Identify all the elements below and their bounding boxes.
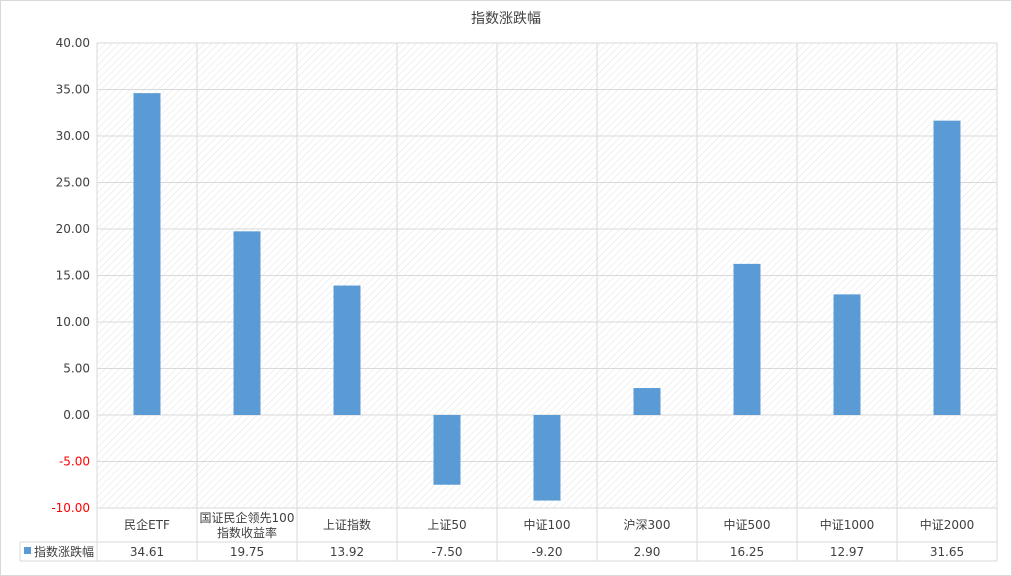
- y-tick-label: 10.00: [56, 315, 90, 329]
- y-tick-label: -5.00: [59, 455, 90, 469]
- legend-swatch: [24, 547, 31, 554]
- data-table: 民企ETF 34.61 国证民企领先100指数收益率 19.75 上证指数 13.92 上证…: [24, 510, 974, 559]
- bar: [333, 285, 361, 415]
- data-table-value: 2.90: [634, 545, 661, 559]
- data-table-value: 19.75: [230, 545, 264, 559]
- x-category-label: 中证100: [524, 517, 571, 532]
- bar: [233, 231, 261, 415]
- x-category-label: 中证2000: [920, 517, 975, 532]
- x-category-label: 沪深300: [624, 518, 671, 532]
- y-tick-label: -10.00: [51, 501, 90, 515]
- bar: [533, 415, 561, 501]
- x-category-label: 上证50: [427, 518, 466, 532]
- x-category-label: 上证指数: [323, 517, 371, 532]
- data-table-value: -7.50: [431, 545, 462, 559]
- y-tick-label: 0.00: [63, 408, 90, 422]
- x-category-label: 指数收益率: [217, 525, 277, 540]
- x-category-label: 国证民企领先100: [200, 510, 295, 525]
- y-tick-label: 5.00: [63, 362, 90, 376]
- chart-svg: 40.00 35.00 30.00 25.00 20.00 15.00 10.00 5.00 0…: [19, 36, 998, 562]
- data-table-value: -9.20: [531, 545, 562, 559]
- x-category-label: 民企ETF: [124, 517, 170, 532]
- data-table-value: 13.92: [330, 545, 364, 559]
- y-tick-label: 30.00: [56, 129, 90, 143]
- y-tick-label: 35.00: [56, 83, 90, 97]
- data-table-value: 16.25: [730, 545, 764, 559]
- legend-series-name: 指数涨跌幅: [34, 544, 94, 559]
- y-tick-label: 15.00: [56, 269, 90, 283]
- y-tick-label: 40.00: [56, 36, 90, 50]
- bar: [933, 120, 961, 415]
- bar: [833, 294, 861, 415]
- bar: [133, 93, 161, 415]
- data-table-value: 31.65: [930, 545, 964, 559]
- y-axis-ticks: 40.00 35.00 30.00 25.00 20.00 15.00 10.00 5.00 0…: [51, 36, 90, 515]
- y-tick-label: 20.00: [56, 222, 90, 236]
- data-table-value: 34.61: [130, 545, 164, 559]
- bar: [733, 263, 761, 415]
- x-category-label: 中证1000: [820, 517, 875, 532]
- x-category-label: 中证500: [724, 517, 771, 532]
- data-table-value: 12.97: [830, 545, 864, 559]
- y-tick-label: 25.00: [56, 176, 90, 190]
- bar: [433, 415, 461, 485]
- bar: [633, 388, 661, 415]
